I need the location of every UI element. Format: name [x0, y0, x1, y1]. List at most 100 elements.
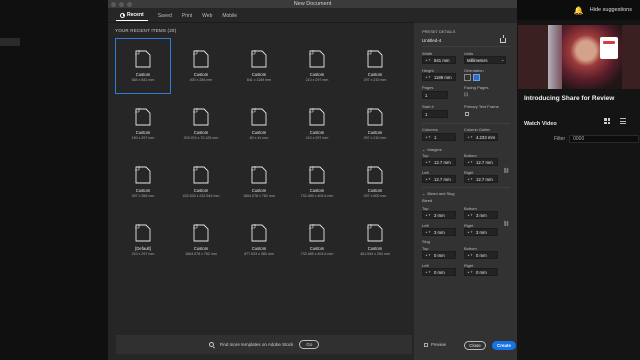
recent-item[interactable]: Custom 732.489 x 404.6 mm [290, 155, 344, 209]
grid-view-icon[interactable] [604, 118, 610, 124]
recent-item[interactable]: Custom 210 x 297 mm [290, 97, 344, 151]
recent-item[interactable]: Custom 877.033 x 380 mm [232, 213, 286, 267]
start-field[interactable]: 1 [422, 110, 448, 118]
view-toggle [604, 118, 626, 124]
column-gutter-field[interactable]: ▲▼ 4.233 mm [464, 133, 498, 141]
minimize-window-icon[interactable] [119, 1, 124, 7]
bleed-right-field[interactable]: ▲▼ 3 mm [464, 228, 498, 236]
tab-print[interactable]: Print [182, 11, 192, 21]
close-window-icon[interactable] [111, 1, 116, 7]
recent-item[interactable]: Custom 209.974 x 70.125 mm [174, 97, 228, 151]
margin-left-field[interactable]: ▲▼ 12.7 mm [422, 175, 456, 183]
recent-item-name: Custom [251, 72, 267, 77]
recent-items-grid: Custom 584 x 841 mm Custom 400 x 284 mm Cust… [115, 38, 404, 271]
height-field[interactable]: ▲▼ 1189 mm [422, 73, 456, 81]
spinner-icon[interactable]: ▲▼ [467, 253, 473, 257]
spinner-icon[interactable]: ▲▼ [467, 177, 473, 181]
spinner-icon[interactable]: ▲▼ [425, 213, 431, 217]
link-bleed-icon[interactable]: ⛓ [503, 221, 509, 227]
margin-top-field[interactable]: ▲▼ 12.7 mm [422, 158, 456, 166]
save-preset-icon[interactable] [500, 35, 506, 43]
document-icon [251, 166, 267, 184]
bell-icon[interactable]: 🔔 [574, 6, 584, 15]
slug-top-field[interactable]: ▲▼ 0 mm [422, 251, 456, 259]
recent-item-name: Custom [193, 246, 209, 251]
spinner-icon[interactable]: ▲▼ [467, 213, 473, 217]
slug-right-field[interactable]: ▲▼ 0 mm [464, 268, 498, 276]
slug-left-field[interactable]: ▲▼ 0 mm [422, 268, 456, 276]
hide-suggestions-link[interactable]: Hide suggestions [590, 7, 632, 13]
margin-bottom-field[interactable]: ▲▼ 12.7 mm [464, 158, 498, 166]
create-button[interactable]: Create [492, 341, 516, 350]
tab-bar: Recent Saved Print Web Mobile [116, 10, 237, 21]
primary-text-frame-checkbox[interactable] [465, 112, 469, 116]
spinner-icon[interactable]: ▲▼ [425, 135, 431, 139]
recent-item[interactable]: Custom 1664.078 x 762 mm [232, 155, 286, 209]
bleed-bottom-field[interactable]: ▲▼ 3 mm [464, 211, 498, 219]
document-icon [135, 224, 151, 242]
facing-pages-icon[interactable]: ⊡ [464, 92, 468, 98]
primary-text-frame-label: Primary Text Frame [464, 104, 499, 109]
spinner-icon[interactable]: ▲▼ [425, 270, 431, 274]
go-button[interactable]: Go [299, 340, 320, 349]
filter-row: Filter 0000 [554, 135, 640, 143]
list-view-icon[interactable] [620, 118, 626, 124]
spinner-icon[interactable]: ▲▼ [425, 177, 431, 181]
recent-item[interactable]: Custom 461.544 x 254 mm [348, 213, 402, 267]
promo-image[interactable] [518, 25, 640, 89]
columns-field[interactable]: ▲▼ 1 [422, 133, 456, 141]
column-gutter-label: Column Gutter [464, 127, 491, 132]
recent-item[interactable]: Custom 297 x 210 mm [348, 39, 402, 93]
recent-item[interactable]: Custom 297 x 210 mm [348, 97, 402, 151]
start-label: Start # [422, 104, 434, 109]
stock-search-text[interactable]: Find more templates on Adobe Stock [220, 342, 294, 347]
spinner-icon[interactable]: ▲▼ [467, 135, 473, 139]
columns-label: Columns [422, 127, 438, 132]
spinner-icon[interactable]: ▲▼ [425, 253, 431, 257]
document-icon [367, 108, 383, 126]
spinner-icon[interactable]: ▲▼ [425, 160, 431, 164]
recent-item[interactable]: Custom 584 x 841 mm [115, 38, 171, 94]
document-name[interactable]: Untitled-4 [422, 38, 441, 43]
bleed-left-field[interactable]: ▲▼ 3 mm [422, 228, 456, 236]
portrait-orientation-button[interactable] [464, 74, 471, 81]
recent-item[interactable]: Custom 432.533 x 232.544 mm [174, 155, 228, 209]
tab-web[interactable]: Web [202, 11, 212, 21]
recent-item[interactable]: [Default] 210 x 297 mm [116, 213, 170, 267]
recent-item[interactable]: Custom 210 x 297 mm [290, 39, 344, 93]
recent-item[interactable]: Custom 150 x 297 mm [116, 97, 170, 151]
recent-item[interactable]: Custom 60 x 41 mm [232, 97, 286, 151]
spinner-icon[interactable]: ▲▼ [467, 230, 473, 234]
filter-input[interactable]: 0000 [569, 135, 640, 143]
spinner-icon[interactable]: ▲▼ [467, 270, 473, 274]
tab-saved[interactable]: Saved [158, 11, 172, 21]
maximize-window-icon[interactable] [127, 1, 132, 7]
document-icon [309, 50, 325, 68]
margins-section[interactable]: ⌄ Margins [422, 147, 442, 152]
spinner-icon[interactable]: ▲▼ [467, 160, 473, 164]
bleed-top-field[interactable]: ▲▼ 3 mm [422, 211, 456, 219]
recent-item[interactable]: Custom 400 x 284 mm [174, 39, 228, 93]
tab-mobile[interactable]: Mobile [222, 11, 237, 21]
landscape-orientation-button[interactable] [473, 74, 480, 81]
close-button[interactable]: Close [464, 341, 486, 350]
recent-item[interactable]: Custom 397 x 355 mm [116, 155, 170, 209]
spinner-icon[interactable]: ▲▼ [425, 230, 431, 234]
spinner-icon[interactable]: ▲▼ [425, 58, 431, 62]
preview-checkbox[interactable] [424, 343, 428, 347]
recent-item[interactable]: Custom 1664.078 x 762 mm [174, 213, 228, 267]
recent-item[interactable]: Custom 732.489 x 404.6 mm [290, 213, 344, 267]
link-margins-icon[interactable]: ⛓ [503, 168, 509, 174]
facing-pages-label: Facing Pages [464, 85, 489, 90]
pages-field[interactable]: 1 [422, 91, 448, 99]
slug-bottom-field[interactable]: ▲▼ 0 mm [464, 251, 498, 259]
spinner-icon[interactable]: ▲▼ [425, 75, 431, 79]
tab-recent[interactable]: Recent [116, 10, 148, 21]
width-field[interactable]: ▲▼ 841 mm [422, 56, 456, 64]
recent-item-name: Custom [367, 130, 383, 135]
recent-item[interactable]: Custom 297 x 600 mm [348, 155, 402, 209]
margin-right-field[interactable]: ▲▼ 12.7 mm [464, 175, 498, 183]
bleed-slug-section[interactable]: ⌄ Bleed and Slug [422, 191, 455, 196]
units-select[interactable]: Millimeters [464, 56, 506, 64]
recent-item[interactable]: Custom 841 x 1189 mm [232, 39, 286, 93]
